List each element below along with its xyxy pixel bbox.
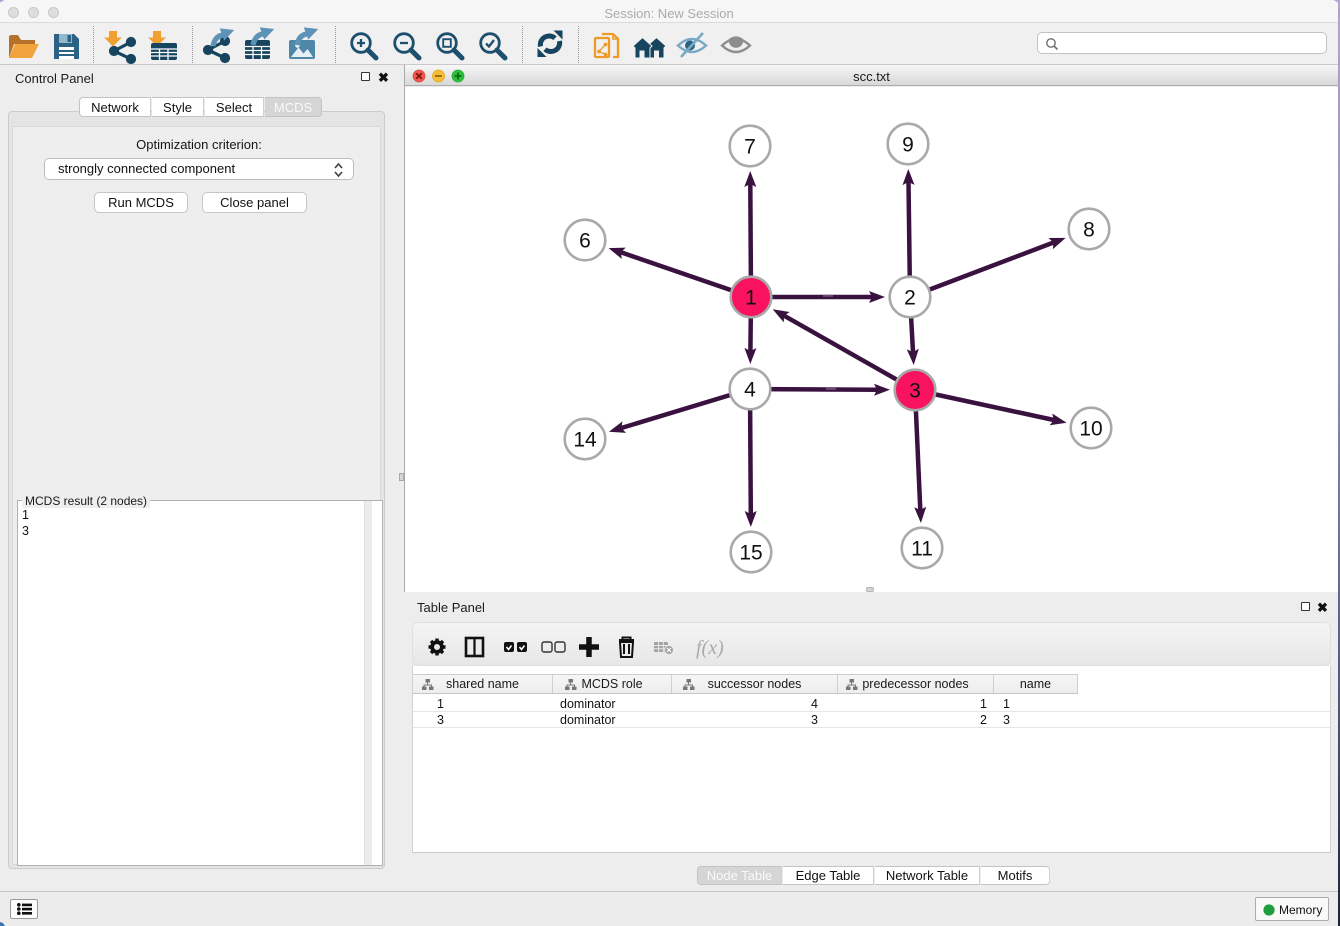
svg-text:3: 3 [909, 380, 921, 403]
svg-text:10: 10 [1079, 418, 1102, 441]
svg-text:6: 6 [579, 230, 591, 253]
svg-text:8: 8 [1083, 219, 1095, 242]
svg-text:4: 4 [744, 379, 756, 402]
svg-text:1: 1 [745, 287, 757, 310]
svg-text:2: 2 [904, 287, 916, 310]
svg-text:14: 14 [573, 429, 597, 452]
svg-text:15: 15 [739, 542, 762, 565]
svg-text:9: 9 [902, 134, 914, 157]
svg-text:11: 11 [911, 538, 933, 561]
svg-text:f(x): f(x) [696, 637, 724, 659]
svg-text:7: 7 [744, 136, 756, 159]
